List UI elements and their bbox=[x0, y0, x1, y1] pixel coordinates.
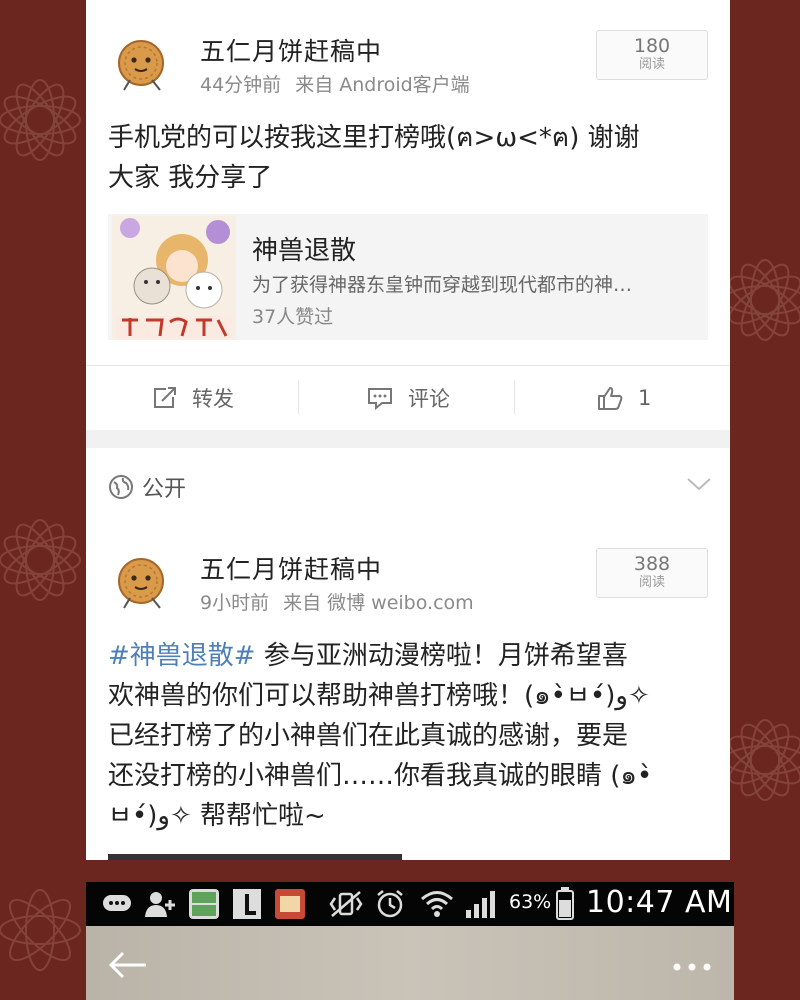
chevron-down-icon[interactable] bbox=[686, 476, 712, 492]
hashtag-link[interactable]: #神兽退散# bbox=[108, 641, 256, 671]
comment-label: 评论 bbox=[408, 387, 450, 411]
wifi-icon bbox=[421, 891, 453, 917]
post1-action-bar: 转发 评论 1 bbox=[86, 365, 730, 430]
like-count: 1 bbox=[638, 386, 652, 410]
post2-text: #神兽退散# 参与亚洲动漫榜啦！月饼希望喜 欢神兽的你们可以帮助神兽打榜哦！(๑… bbox=[108, 636, 708, 836]
post2-time: 9小时前 bbox=[200, 592, 270, 614]
repost-label: 转发 bbox=[192, 387, 234, 411]
post1-text-line: 手机党的可以按我这里打榜哦(ฅ>ω<*ฅ) 谢谢 bbox=[108, 123, 640, 153]
more-options-icon[interactable] bbox=[672, 962, 712, 972]
comic-app-icon bbox=[189, 889, 219, 919]
mooncake-avatar-icon bbox=[118, 40, 164, 91]
like-button[interactable]: 1 bbox=[596, 366, 651, 430]
shared-card[interactable]: 神兽退散 为了获得神器东皇钟而穿越到现代都市的神… 37人赞过 bbox=[108, 214, 708, 340]
back-arrow-icon[interactable] bbox=[108, 950, 148, 980]
signal-icon bbox=[466, 891, 495, 918]
post1-text-line: 大家 我分享了 bbox=[108, 163, 273, 193]
feed-separator bbox=[86, 430, 730, 448]
battery-percentage: 63% bbox=[509, 891, 552, 913]
battery-icon bbox=[556, 887, 574, 920]
post2-reads-count: 388 bbox=[633, 553, 671, 575]
post2-text-line: 还没打榜的小神兽们……你看我真诚的眼睛 (๑•̀ bbox=[108, 761, 653, 791]
mooncake-avatar-icon bbox=[118, 558, 164, 609]
comment-button[interactable]: 评论 bbox=[366, 366, 450, 430]
cut-off-content bbox=[108, 854, 402, 860]
card-title: 神兽退散 bbox=[252, 236, 357, 266]
chat-icon bbox=[103, 895, 131, 911]
post2-text-line: 欢神兽的你们可以帮助神兽打榜哦！(๑•̀ㅂ•́)و✧ bbox=[108, 681, 650, 711]
post2-username[interactable]: 五仁月饼赶稿中 bbox=[200, 550, 382, 586]
post2-meta: 9小时前 来自 微博 weibo.com bbox=[200, 588, 474, 615]
add-contact-icon bbox=[145, 892, 175, 917]
post2-text-line: ㅂ•́)و✧ 帮帮忙啦~ bbox=[108, 801, 326, 831]
post1-time: 44分钟前 bbox=[200, 74, 282, 96]
comment-icon bbox=[368, 388, 392, 410]
post1-username[interactable]: 五仁月饼赶稿中 bbox=[200, 32, 382, 68]
post2-text-line: 已经打榜了的小神兽们在此真诚的感谢，要是 bbox=[108, 721, 629, 751]
action-divider bbox=[298, 380, 299, 414]
post1-reads-badge: 180 阅读 bbox=[596, 30, 708, 80]
alarm-icon bbox=[377, 890, 403, 918]
vibrate-icon bbox=[329, 891, 363, 917]
post1-text: 手机党的可以按我这里打榜哦(ฅ>ω<*ฅ) 谢谢 大家 我分享了 bbox=[108, 118, 708, 198]
post2-source: 来自 微博 weibo.com bbox=[283, 592, 474, 614]
comic-cover-thumbnail bbox=[112, 216, 236, 340]
post2-reads-label: 阅读 bbox=[638, 575, 665, 590]
repost-button[interactable]: 转发 bbox=[152, 366, 234, 430]
post1-header: 五仁月饼赶稿中 44分钟前 来自 Android客户端 180 阅读 bbox=[108, 30, 708, 96]
action-divider bbox=[514, 380, 515, 414]
visibility-label: 公开 bbox=[142, 477, 187, 502]
news-app-icon bbox=[275, 889, 305, 919]
post2-header: 五仁月饼赶稿中 9小时前 来自 微博 weibo.com 388 阅读 bbox=[108, 548, 708, 614]
card-likes: 37人赞过 bbox=[252, 306, 334, 328]
app-top-bar bbox=[86, 926, 734, 1000]
post2-text-span: 参与亚洲动漫榜啦！月饼希望喜 bbox=[255, 641, 628, 671]
post2-avatar[interactable] bbox=[108, 550, 174, 612]
clock: 10:47 AM bbox=[586, 885, 733, 920]
android-status-bar: 63% 10:47 AM bbox=[86, 882, 734, 926]
globe-icon bbox=[109, 475, 133, 499]
post1-source: 来自 Android客户端 bbox=[295, 74, 470, 96]
post1-reads-count: 180 bbox=[633, 35, 671, 57]
visibility-indicator: 公开 bbox=[108, 470, 708, 504]
thumbs-up-icon bbox=[598, 387, 623, 410]
l-app-icon bbox=[233, 889, 261, 919]
card-description: 为了获得神器东皇钟而穿越到现代都市的神… bbox=[252, 274, 633, 296]
post2-text-line: #神兽退散# 参与亚洲动漫榜啦！月饼希望喜 bbox=[108, 636, 708, 676]
post1-reads-label: 阅读 bbox=[638, 57, 665, 72]
post1-avatar[interactable] bbox=[108, 32, 174, 94]
repost-icon bbox=[154, 387, 176, 408]
weibo-feed: 五仁月饼赶稿中 44分钟前 来自 Android客户端 180 阅读 手机党的可以… bbox=[86, 0, 730, 860]
post1-meta: 44分钟前 来自 Android客户端 bbox=[200, 70, 470, 97]
post2-reads-badge: 388 阅读 bbox=[596, 548, 708, 598]
